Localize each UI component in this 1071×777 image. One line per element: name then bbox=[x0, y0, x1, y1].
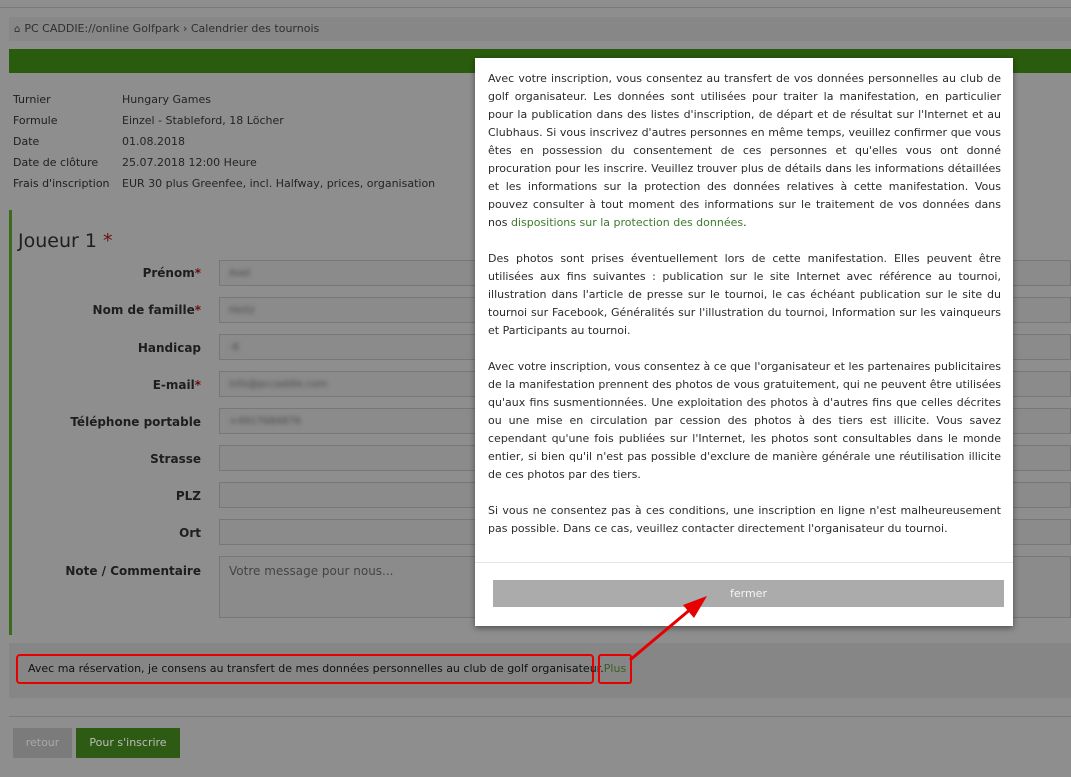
annotation-arrow-icon bbox=[629, 596, 707, 662]
arrow-shaft bbox=[629, 606, 693, 662]
arrow-head bbox=[683, 596, 707, 618]
